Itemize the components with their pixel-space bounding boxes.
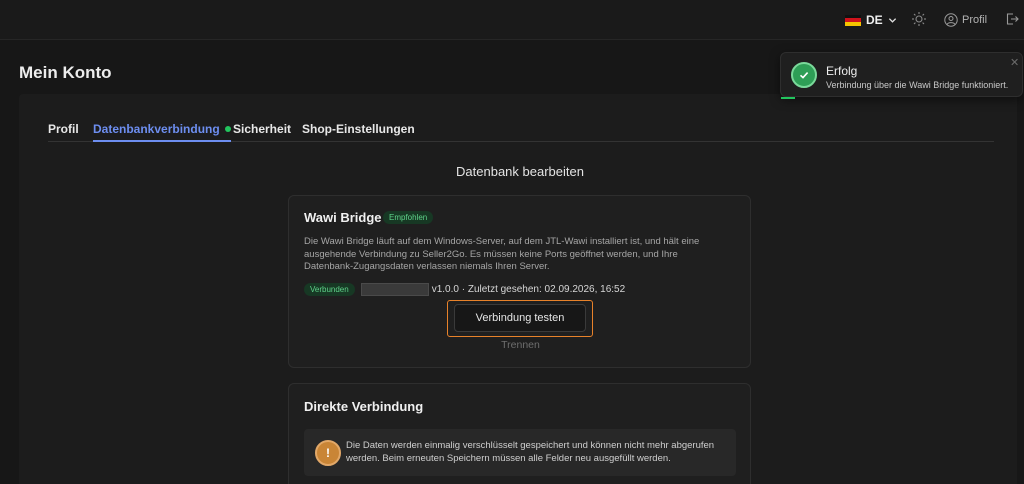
top-bar: DE Profil	[0, 0, 1024, 40]
tab-label: Datenbankverbindung	[93, 122, 220, 136]
test-connection-button[interactable]: Verbindung testen	[454, 304, 586, 332]
disconnect-button[interactable]: Trennen	[289, 339, 752, 351]
close-icon[interactable]: ✕	[1010, 56, 1019, 69]
connected-badge: Verbunden	[304, 283, 355, 296]
page-title: Mein Konto	[19, 63, 112, 82]
recommended-badge: Empfohlen	[383, 211, 434, 224]
connection-status-row: Verbunden v1.0.0 · Zuletzt gesehen: 02.0…	[304, 283, 625, 296]
logout-icon[interactable]	[1005, 12, 1019, 26]
tab-bar: Profil Datenbankverbindung Sicherheit Sh…	[48, 122, 994, 142]
masked-field	[360, 283, 429, 296]
check-icon	[791, 62, 817, 88]
tab-label: Shop-Einstellungen	[302, 122, 415, 136]
tab-security[interactable]: Sicherheit	[233, 122, 291, 142]
language-selector[interactable]: DE	[845, 13, 897, 27]
toast-progress-bar	[781, 97, 795, 99]
profile-menu[interactable]: Profil	[944, 13, 987, 27]
profile-label: Profil	[962, 14, 988, 26]
chevron-down-icon	[888, 17, 896, 23]
toast-message: Verbindung über die Wawi Bridge funktion…	[826, 80, 1009, 90]
tab-shop-settings[interactable]: Shop-Einstellungen	[302, 122, 415, 142]
warning-text: Die Daten werden einmalig verschlüsselt …	[346, 440, 715, 464]
direct-connection-card: Direkte Verbindung ! Die Daten werden ei…	[288, 383, 751, 484]
warning-box: ! Die Daten werden einmalig verschlüssel…	[304, 429, 736, 476]
section-title: Datenbank bearbeiten	[456, 164, 584, 179]
version-info: v1.0.0 · Zuletzt gesehen: 02.09.2026, 16…	[431, 284, 626, 295]
toast-title: Erfolg	[826, 64, 858, 78]
direct-connection-title: Direkte Verbindung	[304, 399, 424, 414]
tab-database-connection[interactable]: Datenbankverbindung	[93, 122, 231, 142]
warning-icon: !	[315, 440, 341, 466]
flag-de-icon	[845, 14, 861, 26]
wawi-bridge-description: Die Wawi Bridge läuft auf dem Windows-Se…	[304, 236, 700, 272]
wawi-bridge-title: Wawi Bridge	[304, 210, 382, 225]
user-icon	[944, 13, 958, 27]
language-label: DE	[866, 13, 883, 27]
wawi-bridge-card: Wawi Bridge Empfohlen Die Wawi Bridge lä…	[288, 195, 751, 368]
success-toast: Erfolg Verbindung über die Wawi Bridge f…	[780, 52, 1023, 99]
sun-icon[interactable]	[911, 11, 927, 27]
connection-status-dot	[224, 126, 231, 132]
tab-profile[interactable]: Profil	[48, 122, 79, 142]
tab-label: Profil	[48, 122, 79, 136]
tab-label: Sicherheit	[233, 122, 292, 136]
